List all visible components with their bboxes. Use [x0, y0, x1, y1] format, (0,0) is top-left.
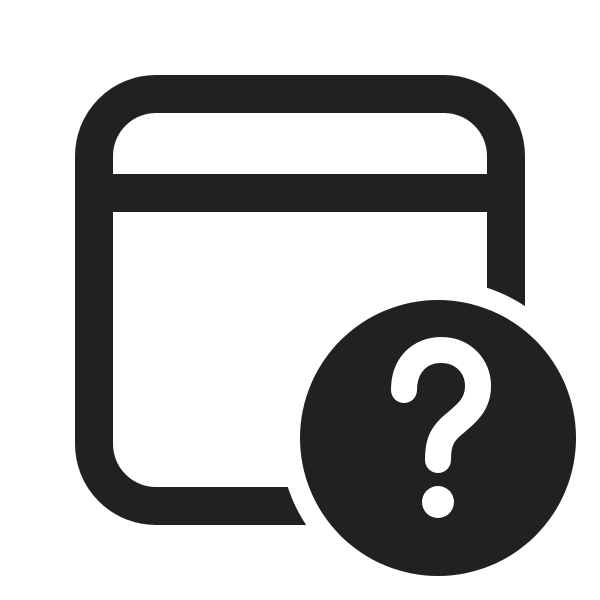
icon-canvas — [0, 0, 600, 600]
question-badge-icon — [300, 300, 576, 576]
window-help-icon — [75, 75, 576, 576]
